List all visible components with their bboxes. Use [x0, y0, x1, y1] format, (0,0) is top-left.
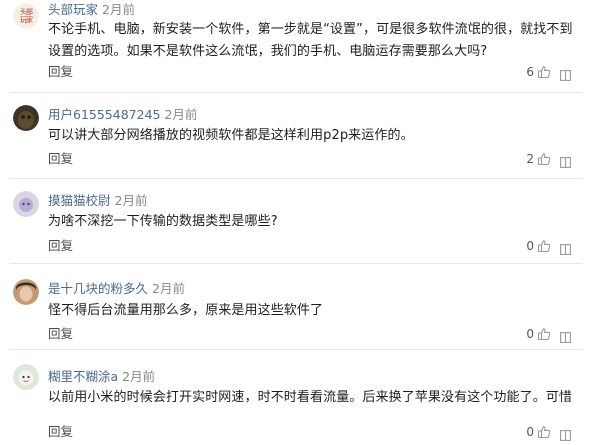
- reply-button[interactable]: 回复: [48, 424, 73, 440]
- comment-item: 是十几块的粉多久 2月前 怪不得后台流量用那么多，原来是用这些软件了 回复 0: [0, 264, 592, 349]
- comment-item: 头 部 玩 家 头部玩家 2月前 不论手机、电脑，新安装一个软件，第一步就是“设置…: [0, 0, 592, 92]
- svg-text:部: 部: [26, 7, 33, 16]
- timestamp: 2月前: [122, 369, 156, 384]
- username[interactable]: 是十几块的粉多久: [48, 281, 148, 296]
- like-count: 2: [526, 152, 534, 166]
- reply-button[interactable]: 回复: [48, 238, 73, 254]
- username[interactable]: 糊里不糊涂a: [48, 369, 118, 384]
- report-icon[interactable]: [560, 328, 571, 343]
- username[interactable]: 用户61555487245: [48, 107, 160, 122]
- avatar[interactable]: 头 部 玩 家: [13, 3, 39, 29]
- thumbs-up-icon[interactable]: [537, 151, 551, 166]
- comment-text: 以前用小米的时候会打开实时网速，时不时看看流量。后来换了苹果没有这个功能了。可惜: [48, 390, 573, 405]
- timestamp: 2月前: [152, 281, 185, 296]
- thumbs-up-icon[interactable]: [537, 64, 551, 79]
- like-count: 6: [526, 65, 534, 79]
- reply-button[interactable]: 回复: [48, 326, 73, 342]
- reply-button[interactable]: 回复: [48, 64, 73, 80]
- comment-meta: 摸猫猫校尉 2月前: [48, 193, 147, 209]
- comment-text: 可以讲大部分网络播放的视频软件都是这样利用p2p来运作的。: [48, 128, 414, 143]
- comment-item: 糊里不糊涂a 2月前 以前用小米的时候会打开实时网速，时不时看看流量。后来换了苹果…: [0, 350, 592, 444]
- avatar[interactable]: [13, 279, 39, 305]
- report-icon[interactable]: [560, 153, 571, 168]
- comment-meta: 用户61555487245 2月前: [48, 107, 197, 123]
- thumbs-up-icon[interactable]: [537, 326, 551, 341]
- timestamp: 2月前: [114, 193, 148, 208]
- username[interactable]: 头部玩家: [48, 2, 98, 17]
- thumbs-up-icon[interactable]: [537, 424, 551, 439]
- like-count: 0: [526, 327, 534, 341]
- timestamp: 2月前: [164, 107, 198, 122]
- comment-meta: 是十几块的粉多久 2月前: [48, 281, 185, 297]
- comment-list: 头 部 玩 家 头部玩家 2月前 不论手机、电脑，新安装一个软件，第一步就是“设置…: [0, 0, 592, 444]
- comment-meta: 糊里不糊涂a 2月前: [48, 369, 155, 385]
- avatar[interactable]: [13, 364, 39, 390]
- username[interactable]: 摸猫猫校尉: [48, 193, 111, 208]
- avatar[interactable]: [13, 191, 39, 217]
- comment-item: 用户61555487245 2月前 可以讲大部分网络播放的视频软件都是这样利用p2…: [0, 93, 592, 178]
- comment-text: 为啥不深挖一下传输的数据类型是哪些?: [48, 214, 278, 229]
- comment-item: 摸猫猫校尉 2月前 为啥不深挖一下传输的数据类型是哪些? 回复 0: [0, 179, 592, 263]
- comment-text: 不论手机、电脑，新安装一个软件，第一步就是“设置”，可是很多软件流氓的很，就找不…: [48, 22, 573, 59]
- like-count: 0: [526, 239, 534, 253]
- timestamp: 2月前: [102, 2, 135, 17]
- thumbs-up-icon[interactable]: [537, 238, 551, 253]
- report-icon[interactable]: [560, 240, 571, 255]
- avatar[interactable]: [13, 105, 39, 131]
- report-icon[interactable]: [560, 426, 571, 441]
- comment-meta: 头部玩家 2月前: [48, 2, 135, 18]
- report-icon[interactable]: [560, 66, 571, 81]
- like-count: 0: [526, 425, 534, 439]
- svg-text:家: 家: [26, 15, 33, 24]
- reply-button[interactable]: 回复: [48, 151, 73, 167]
- comment-text: 怪不得后台流量用那么多，原来是用这些软件了: [48, 303, 324, 318]
